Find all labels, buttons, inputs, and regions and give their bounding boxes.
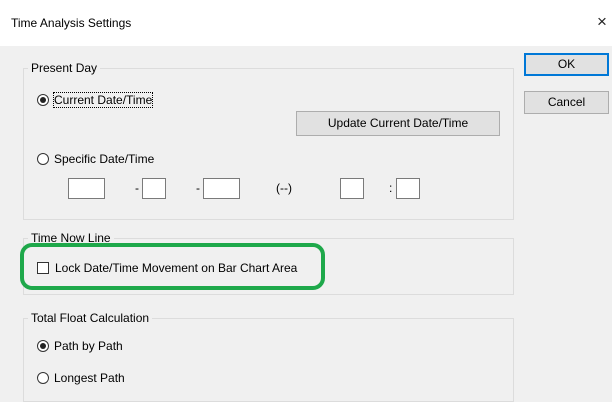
date-field-3[interactable] (203, 178, 240, 199)
cancel-button[interactable]: Cancel (524, 91, 609, 114)
current-datetime-radio[interactable]: Current Date/Time (37, 92, 154, 108)
specific-datetime-radio[interactable]: Specific Date/Time (37, 152, 154, 166)
time-now-line-legend: Time Now Line (28, 231, 114, 245)
present-day-legend: Present Day (28, 61, 101, 75)
ok-button[interactable]: OK (524, 53, 609, 76)
path-by-path-label: Path by Path (54, 339, 123, 353)
lock-datetime-label: Lock Date/Time Movement on Bar Chart Are… (55, 261, 298, 275)
specific-datetime-label: Specific Date/Time (54, 152, 155, 166)
radio-selected-icon (37, 94, 49, 106)
longest-path-radio[interactable]: Longest Path (37, 371, 125, 385)
lock-datetime-checkbox[interactable]: Lock Date/Time Movement on Bar Chart Are… (37, 261, 297, 275)
radio-empty-icon (37, 153, 49, 165)
path-by-path-radio[interactable]: Path by Path (37, 339, 123, 353)
time-separator: : (389, 181, 393, 195)
weekday-indicator: (--) (276, 181, 292, 195)
date-field-1[interactable] (68, 178, 105, 199)
title-bar: Time Analysis Settings × (0, 0, 612, 46)
longest-path-label: Longest Path (54, 371, 125, 385)
update-current-datetime-button[interactable]: Update Current Date/Time (296, 111, 500, 136)
close-icon[interactable]: × (592, 11, 612, 33)
total-float-group (23, 318, 514, 402)
checkbox-icon (37, 262, 49, 274)
time-field-minutes[interactable] (396, 178, 420, 199)
radio-empty-icon (37, 372, 49, 384)
time-field-hours[interactable] (340, 178, 364, 199)
date-separator-2: - (196, 181, 200, 195)
total-float-legend: Total Float Calculation (28, 311, 153, 325)
date-field-2[interactable] (142, 178, 166, 199)
window-title: Time Analysis Settings (11, 16, 132, 30)
date-separator-1: - (135, 181, 139, 195)
current-datetime-label: Current Date/Time (52, 92, 154, 108)
radio-selected-icon (37, 340, 49, 352)
